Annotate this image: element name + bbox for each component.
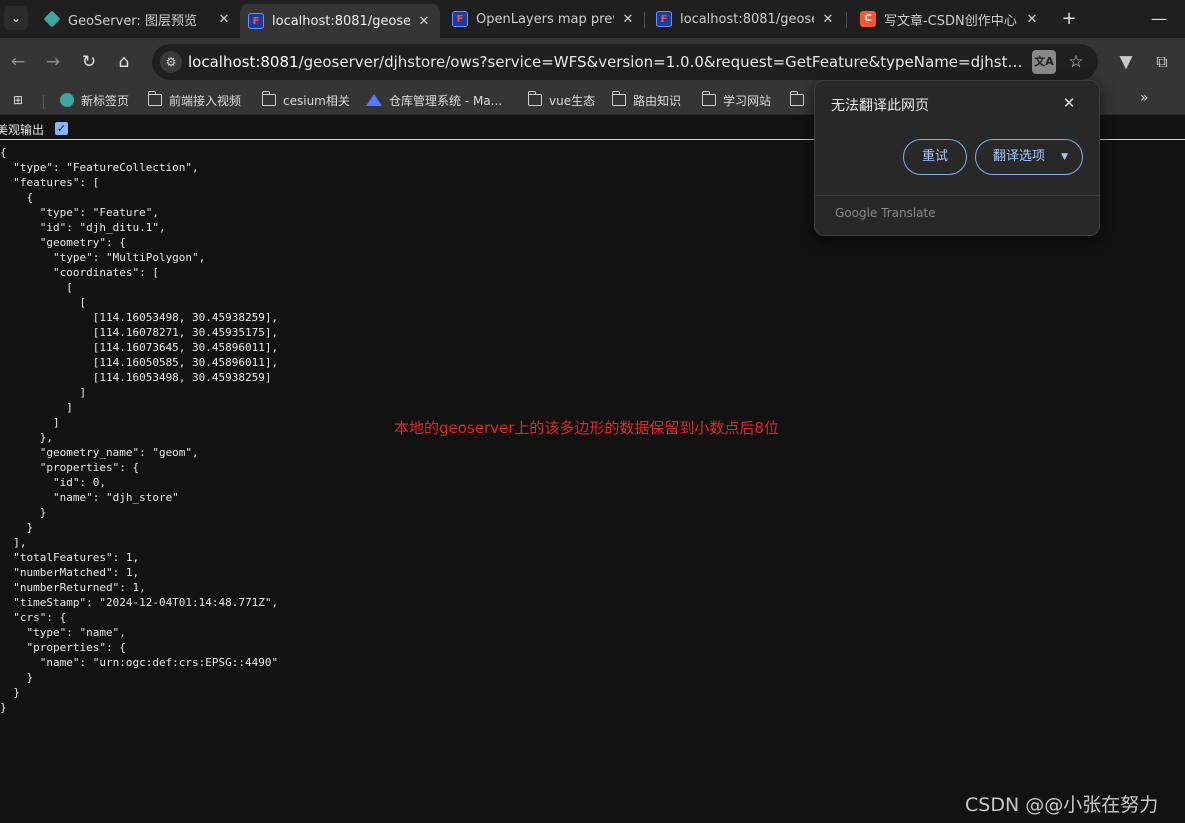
tab-label: 写文章-CSDN创作中心	[884, 13, 1017, 29]
tab-openlayers-preview[interactable]: F OpenLayers map previe ✕	[444, 4, 644, 34]
bookmark-folder-router[interactable]: 路由知识	[611, 90, 682, 110]
tab-separator	[644, 12, 645, 28]
back-arrow-icon[interactable]: ←	[6, 50, 30, 74]
csdn-watermark: CSDN @@小张在努力	[965, 794, 1159, 816]
chevron-double-right-icon[interactable]: »	[1140, 90, 1149, 106]
extension-vue-icon[interactable]: ▼	[1114, 50, 1138, 74]
bookmark-new-tab[interactable]: 新标签页	[60, 90, 129, 110]
app-logo-icon	[366, 94, 382, 106]
google-translate-label: Google Translate	[835, 206, 936, 220]
retry-button[interactable]: 重试	[903, 139, 967, 175]
tab-label: OpenLayers map previe	[476, 11, 614, 27]
folder-icon	[789, 91, 804, 106]
browser-toolbar: ← → ↻ ⌂ ⚙ localhost:8081/geoserver/djhst…	[0, 38, 1185, 86]
bookmark-folder-learning[interactable]: 学习网站	[701, 90, 772, 110]
extensions-puzzle-icon[interactable]: ⧉	[1150, 50, 1174, 74]
bookmark-folder-vue[interactable]: vue生态	[527, 90, 596, 110]
tab-strip: ⌄ GeoServer: 图层预览 ✕ F localhost:8081/geo…	[0, 0, 1185, 38]
bookmarks-separator	[43, 95, 44, 109]
pretty-print-checkbox[interactable]: ✓	[55, 122, 68, 135]
close-icon[interactable]: ✕	[820, 12, 836, 27]
tab-localhost-wfs-active[interactable]: F localhost:8081/geoserv ✕	[240, 4, 440, 38]
csdn-icon: C	[860, 11, 876, 27]
tab-label: localhost:8081/geoserv	[680, 11, 814, 27]
bookmark-warehouse-system[interactable]: 仓库管理系统 - Ma...	[366, 90, 502, 110]
url-path: /geoserver/djhstore/ows?service=WFS&vers…	[298, 53, 1024, 71]
bookmark-label: 学习网站	[723, 93, 772, 108]
bookmark-folder-more[interactable]	[789, 90, 811, 110]
folder-icon	[147, 91, 162, 106]
tab-search-button[interactable]: ⌄	[4, 6, 28, 30]
bookmark-label: vue生态	[549, 93, 596, 108]
bookmark-label: 路由知识	[633, 93, 682, 108]
close-icon[interactable]: ✕	[620, 12, 636, 27]
openlayers-icon: F	[656, 11, 672, 27]
folder-icon	[701, 91, 716, 106]
tab-separator	[846, 12, 847, 28]
folder-icon	[261, 91, 276, 106]
tab-label: GeoServer: 图层预览	[68, 13, 197, 29]
translate-options-label: 翻译选项	[992, 149, 1045, 164]
translate-options-button[interactable]: 翻译选项 ▼	[975, 139, 1083, 175]
url-host: localhost:8081	[188, 53, 299, 71]
site-info-icon[interactable]: ⚙	[160, 51, 182, 73]
address-bar[interactable]: ⚙ localhost:8081/geoserver/djhstore/ows?…	[152, 44, 1098, 80]
geoserver-icon	[43, 10, 61, 28]
home-icon[interactable]: ⌂	[112, 50, 136, 74]
openlayers-icon: F	[452, 11, 468, 27]
translate-icon[interactable]: 文A	[1032, 50, 1056, 74]
caret-down-icon: ▼	[1061, 152, 1068, 162]
tab-geoserver-layer-preview[interactable]: GeoServer: 图层预览 ✕	[36, 4, 240, 34]
new-tab-button[interactable]: +	[1058, 8, 1080, 30]
bookmark-folder-cesium[interactable]: cesium相关	[261, 90, 350, 110]
globe-icon	[60, 93, 74, 107]
popup-divider	[815, 195, 1099, 196]
red-annotation-text: 本地的geoserver上的该多边形的数据保留到小数点后8位	[394, 419, 779, 437]
tab-localhost-2[interactable]: F localhost:8081/geoserv ✕	[648, 4, 844, 34]
close-icon[interactable]: ✕	[416, 14, 432, 29]
json-response-body: { "type": "FeatureCollection", "features…	[0, 146, 279, 714]
bookmark-folder-frontend-video[interactable]: 前端接入视频	[147, 90, 242, 110]
close-icon[interactable]: ✕	[1024, 12, 1040, 27]
bookmark-star-icon[interactable]: ☆	[1064, 50, 1088, 74]
folder-icon	[527, 91, 542, 106]
bookmark-label: 新标签页	[81, 93, 130, 108]
bookmark-label: 仓库管理系统 - Ma...	[389, 93, 503, 108]
forward-arrow-icon[interactable]: →	[41, 50, 65, 74]
close-icon[interactable]: ✕	[1059, 93, 1079, 113]
openlayers-icon: F	[248, 13, 264, 29]
translate-popup: 无法翻译此网页 ✕ 重试 翻译选项 ▼ Google Translate	[814, 80, 1100, 236]
reload-icon[interactable]: ↻	[77, 50, 101, 74]
pretty-print-label: 美观输出	[0, 123, 45, 137]
minimize-icon[interactable]: —	[1148, 8, 1170, 30]
popup-title: 无法翻译此网页	[831, 98, 929, 114]
folder-icon	[611, 91, 626, 106]
bookmark-label: cesium相关	[283, 93, 350, 108]
apps-grid-icon[interactable]: ⊞	[13, 93, 27, 107]
bookmark-label: 前端接入视频	[169, 93, 242, 108]
close-icon[interactable]: ✕	[216, 12, 232, 27]
tab-label: localhost:8081/geoserv	[272, 13, 410, 29]
url-text[interactable]: localhost:8081/geoserver/djhstore/ows?se…	[188, 53, 1024, 71]
tab-csdn-editor[interactable]: C 写文章-CSDN创作中心 ✕	[852, 4, 1048, 34]
